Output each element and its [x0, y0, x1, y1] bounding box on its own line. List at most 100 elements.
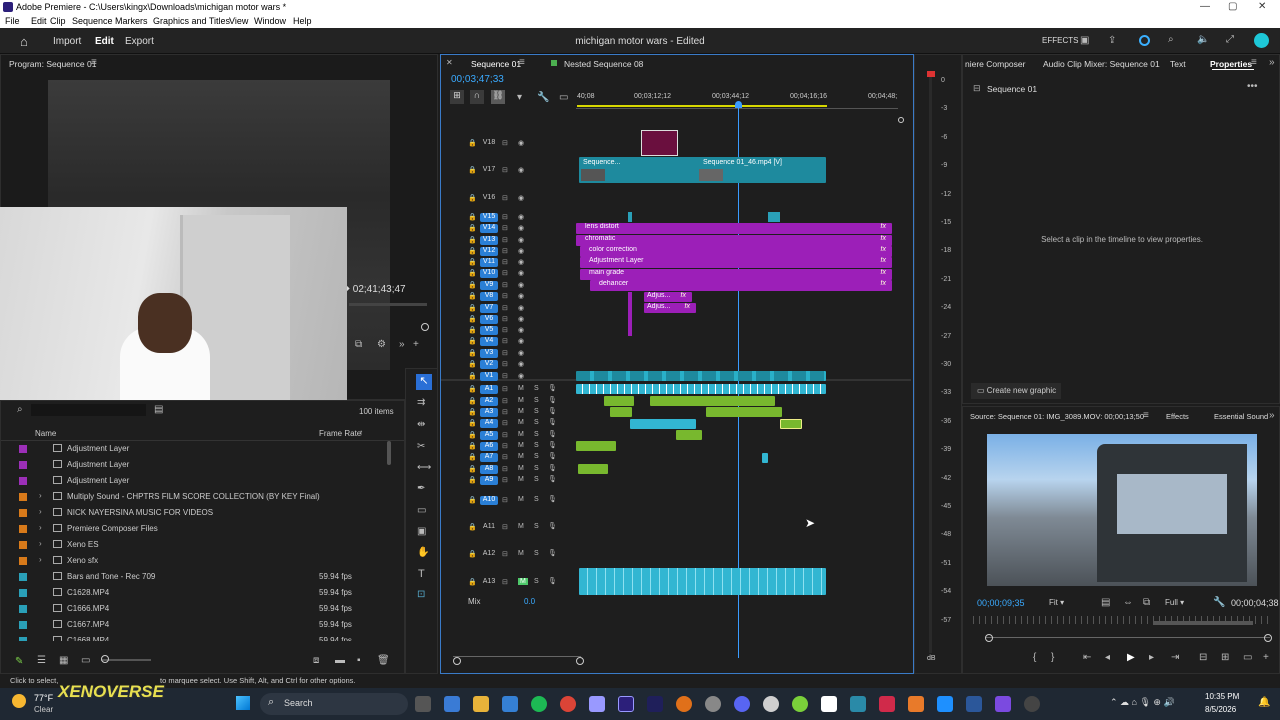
a2-clip[interactable] [650, 396, 775, 406]
tab-effects[interactable]: Effects [1166, 412, 1189, 421]
effects-label[interactable]: EFFECTS [1042, 36, 1078, 45]
menu-edit[interactable]: Edit [31, 16, 47, 26]
mute-button[interactable]: M [518, 442, 524, 449]
app-icon[interactable] [995, 696, 1011, 712]
solo-button[interactable]: S [534, 496, 539, 503]
sync-lock-icon[interactable]: ⊟ [502, 258, 508, 266]
solo-button[interactable]: S [534, 385, 539, 392]
track-name[interactable]: V12 [480, 247, 498, 256]
video-track-header[interactable]: 🔒 V7 ⊟ ◉ [444, 303, 584, 314]
video-track-header[interactable]: 🔒 V3 ⊟ ◉ [444, 348, 584, 359]
mark-out-icon[interactable]: } [1051, 652, 1054, 663]
mic-icon[interactable]: 🎙 [548, 495, 557, 503]
settings-icon[interactable]: ⚙ [377, 339, 386, 350]
wrench-icon[interactable]: 🔧 [537, 92, 549, 103]
lock-icon[interactable]: 🔒 [468, 408, 477, 416]
solo-button[interactable]: S [534, 476, 539, 483]
sync-lock-icon[interactable]: ⊟ [502, 385, 508, 393]
sync-lock-icon[interactable]: ⊟ [502, 372, 508, 380]
sync-lock-icon[interactable]: ⊟ [502, 408, 508, 416]
mic-icon[interactable]: 🎙 [548, 475, 557, 483]
mute-button[interactable]: M [518, 397, 524, 404]
expand-arrow-icon[interactable]: › [39, 555, 42, 564]
sync-lock-icon[interactable]: ⊟ [502, 397, 508, 405]
eye-icon[interactable]: ◉ [518, 258, 524, 266]
project-item[interactable]: Adjustment Layer [1, 457, 401, 473]
source-scroll[interactable] [985, 637, 1270, 638]
scroll-handle[interactable] [1264, 634, 1272, 642]
a4-clip[interactable] [780, 419, 802, 429]
lock-icon[interactable]: 🔒 [468, 315, 477, 323]
store-icon[interactable] [502, 696, 518, 712]
a3-clip[interactable] [706, 407, 782, 417]
audio-track-header[interactable]: 🔒 A7 ⊟ M S 🎙 [444, 452, 584, 463]
scroll-handle[interactable] [898, 117, 904, 123]
mute-button[interactable]: M [518, 476, 524, 483]
track-name[interactable]: A11 [480, 523, 498, 532]
v15-clip[interactable] [628, 212, 632, 222]
v15-clip[interactable] [768, 212, 780, 222]
track-name[interactable]: V11 [480, 258, 498, 267]
sync-lock-icon[interactable]: ⊟ [502, 496, 508, 504]
spotify-icon[interactable] [531, 696, 547, 712]
mute-button[interactable]: M [518, 496, 524, 503]
video-track-header[interactable]: 🔒 V18 ⊟ ◉ [444, 138, 584, 149]
source-timecode[interactable]: 00;00;09;35 [977, 598, 1025, 608]
project-item[interactable]: C1666.MP4 59.94 fps [1, 601, 401, 617]
video-track-header[interactable]: 🔒 V10 ⊟ ◉ [444, 268, 584, 279]
track-name[interactable]: A3 [480, 408, 498, 417]
clock-time[interactable]: 10:35 PM [1205, 692, 1239, 701]
project-item[interactable]: › Multiply Sound - CHPTRS FILM SCORE COLL… [1, 489, 401, 505]
scroll-handle[interactable] [985, 634, 993, 642]
eye-icon[interactable]: ◉ [518, 315, 524, 323]
sync-lock-icon[interactable]: ⊟ [502, 281, 508, 289]
eye-icon[interactable]: ◉ [518, 213, 524, 221]
caption-icon[interactable]: ⊡ [417, 589, 425, 600]
track-name[interactable]: A8 [480, 465, 498, 474]
track-name[interactable]: V9 [480, 281, 498, 290]
mic-icon[interactable]: 🎙 [548, 418, 557, 426]
tab-essential-sound[interactable]: Essential Sound [1214, 412, 1268, 421]
chatgpt-icon[interactable] [763, 696, 779, 712]
lock-icon[interactable]: 🔒 [468, 476, 477, 484]
after-effects-icon[interactable] [647, 696, 663, 712]
weather-condition[interactable]: Clear [34, 705, 53, 714]
sync-lock-icon[interactable]: ⊟ [502, 269, 508, 277]
app-icon[interactable] [937, 696, 953, 712]
label-color[interactable] [19, 525, 27, 533]
adjustment-layer-clip[interactable]: dehancer fx [590, 280, 892, 291]
audio-track-header[interactable]: 🔒 A12 ⊟ M S 🎙 [444, 549, 584, 560]
label-color[interactable] [19, 605, 27, 613]
tab-menu-icon[interactable]: ≡ [519, 57, 525, 68]
more-options-icon[interactable]: ••• [1247, 81, 1258, 92]
eye-icon[interactable]: ◉ [518, 372, 524, 380]
tab-text[interactable]: Text [1170, 59, 1186, 69]
col-name[interactable]: Name [35, 429, 56, 438]
expand-arrow-icon[interactable]: › [39, 523, 42, 532]
type-icon[interactable]: T [418, 568, 425, 580]
create-new-graphic-button[interactable]: ▭ Create new graphic [971, 383, 1061, 399]
track-name[interactable]: V7 [480, 304, 498, 313]
track-name[interactable]: V15 [480, 213, 498, 222]
settings-icon[interactable]: ▤ [1101, 597, 1110, 608]
h-scroll-end[interactable] [576, 657, 584, 665]
mic-icon[interactable]: 🎙 [548, 384, 557, 392]
icon-view-icon[interactable]: ▦ [59, 655, 68, 666]
track-name[interactable]: V10 [480, 269, 498, 278]
track-name[interactable]: A12 [480, 550, 498, 559]
adjustment-layer-clip[interactable]: chromatic fx [576, 235, 892, 246]
pen-icon[interactable]: ✒ [417, 483, 425, 494]
a8-clip[interactable] [578, 464, 608, 474]
eye-icon[interactable]: ◉ [518, 224, 524, 232]
video-track-header[interactable]: 🔒 V2 ⊟ ◉ [444, 359, 584, 370]
video-track-header[interactable]: 🔒 V4 ⊟ ◉ [444, 336, 584, 347]
lock-icon[interactable]: 🔒 [468, 523, 477, 531]
menu-sequence[interactable]: Sequence [72, 16, 113, 26]
track-name[interactable]: V2 [480, 360, 498, 369]
nest-icon[interactable]: ⊞ [450, 90, 464, 104]
menu-help[interactable]: Help [293, 16, 312, 26]
edit-tab[interactable]: Edit [95, 36, 114, 47]
track-name[interactable]: V8 [480, 292, 498, 301]
notification-icon[interactable]: 🔔 [1258, 697, 1270, 708]
lock-icon[interactable]: 🔒 [468, 431, 477, 439]
